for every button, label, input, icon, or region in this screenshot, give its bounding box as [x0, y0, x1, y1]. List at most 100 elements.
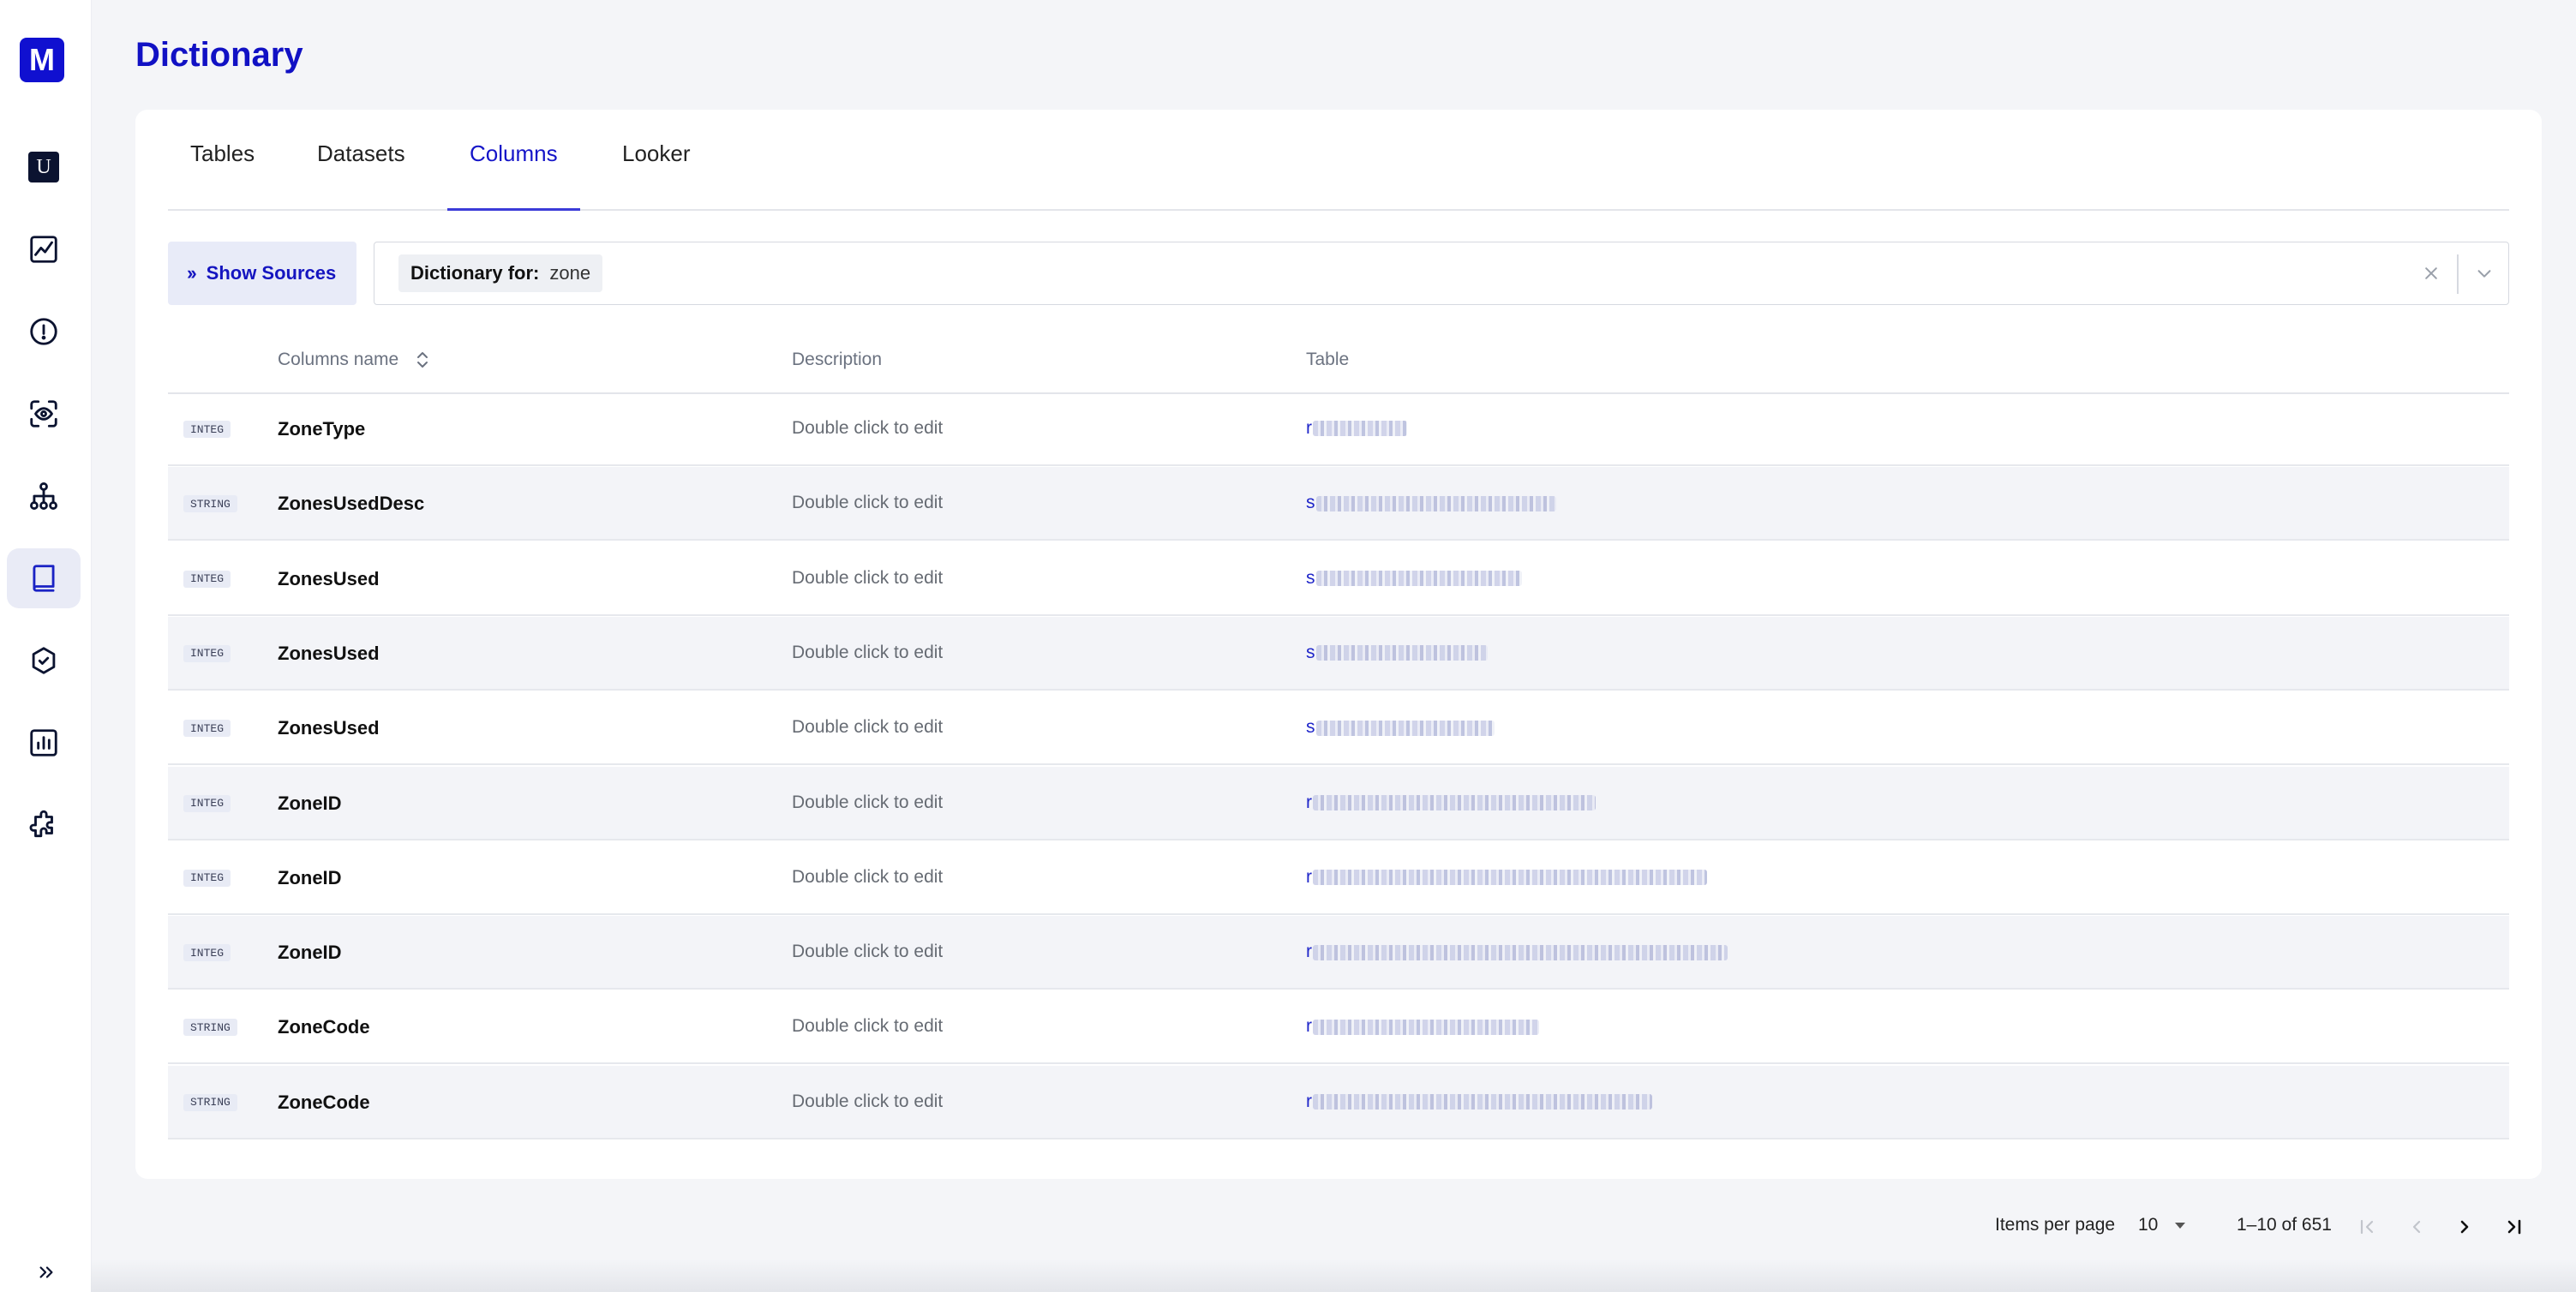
table-link[interactable]: r — [1306, 793, 1596, 813]
column-name: ZonesUsed — [278, 567, 380, 589]
table-row[interactable]: INTEG ZoneID Double click to edit r — [168, 766, 2509, 840]
column-header-description: Description — [792, 350, 883, 369]
page-title: Dictionary — [135, 36, 303, 74]
table-link-text: s — [1306, 642, 1315, 662]
items-per-page-label: Items per page — [1995, 1215, 2116, 1235]
divider — [2457, 254, 2459, 294]
bar-chart-icon — [30, 729, 57, 757]
table-link[interactable]: s — [1306, 568, 1522, 589]
type-badge: STRING — [183, 1093, 237, 1111]
column-header-table: Table — [1306, 350, 1350, 369]
clear-filter-button[interactable] — [2414, 256, 2448, 290]
column-header-name-label: Columns name — [278, 350, 399, 369]
redacted-text — [1315, 720, 1495, 736]
table-row[interactable]: INTEG ZonesUsed Double click to edit s — [168, 542, 2509, 616]
filter-chip[interactable]: Dictionary for: zone — [398, 254, 603, 292]
sidebar-item-observability[interactable] — [7, 384, 81, 444]
sidebar-item-user[interactable]: U — [7, 137, 81, 197]
description-cell[interactable]: Double click to edit — [792, 493, 943, 513]
table-link[interactable]: s — [1306, 493, 1556, 513]
table-link[interactable]: r — [1306, 942, 1728, 962]
filter-chip-value: zone — [549, 262, 591, 284]
hierarchy-icon — [30, 482, 57, 510]
puzzle-icon — [29, 810, 53, 838]
shield-check-icon — [32, 647, 56, 674]
description-cell[interactable]: Double click to edit — [792, 568, 943, 589]
chevron-right-icon — [2460, 1220, 2469, 1234]
dropdown-toggle[interactable] — [2467, 256, 2501, 290]
description-cell[interactable]: Double click to edit — [792, 1016, 943, 1037]
column-header-name[interactable]: Columns name — [278, 350, 429, 370]
table-link-text: r — [1306, 1016, 1312, 1037]
caret-down-icon — [2175, 1222, 2186, 1229]
type-badge: INTEG — [183, 869, 231, 887]
description-cell[interactable]: Double click to edit — [792, 643, 943, 663]
description-cell[interactable]: Double click to edit — [792, 942, 943, 962]
user-avatar: U — [28, 152, 59, 182]
sidebar-item-dictionary[interactable] — [7, 548, 81, 608]
table-link[interactable]: r — [1306, 418, 1407, 439]
chevron-left-icon — [2412, 1220, 2421, 1234]
redacted-text — [1313, 1019, 1539, 1035]
redacted-text — [1315, 645, 1488, 661]
app-logo[interactable]: M — [20, 38, 64, 82]
type-badge: STRING — [183, 495, 237, 513]
description-cell[interactable]: Double click to edit — [792, 1092, 943, 1112]
type-badge: INTEG — [183, 644, 231, 662]
table-row[interactable]: INTEG ZonesUsed Double click to edit s — [168, 616, 2509, 691]
sidebar-item-quality[interactable] — [7, 631, 81, 691]
last-page-button[interactable] — [2497, 1210, 2531, 1244]
column-name: ZoneType — [278, 418, 366, 440]
dictionary-filter-select[interactable]: Dictionary for: zone — [374, 242, 2509, 305]
table-link[interactable]: r — [1306, 867, 1707, 888]
table-row[interactable]: STRING ZoneCode Double click to edit r — [168, 1065, 2509, 1139]
sidebar-item-analytics[interactable] — [7, 219, 81, 279]
first-page-icon — [2360, 1219, 2374, 1235]
table-link[interactable]: s — [1306, 643, 1488, 663]
sidebar-item-lineage[interactable] — [7, 466, 81, 526]
table-link-text: s — [1306, 567, 1315, 588]
tab-columns[interactable]: Columns — [447, 141, 580, 211]
sort-icon[interactable] — [416, 350, 429, 369]
type-badge: INTEG — [183, 421, 231, 438]
table-row[interactable]: INTEG ZoneType Double click to edit r — [168, 392, 2509, 466]
table-row[interactable]: INTEG ZonesUsed Double click to edit s — [168, 691, 2509, 766]
tab-datasets[interactable]: Datasets — [317, 141, 405, 209]
type-badge: INTEG — [183, 720, 231, 738]
table-link-text: r — [1306, 792, 1312, 812]
table-row[interactable]: STRING ZonesUsedDesc Double click to edit s — [168, 467, 2509, 541]
redacted-text — [1313, 794, 1596, 810]
table-row[interactable]: INTEG ZoneID Double click to edit r — [168, 916, 2509, 990]
table-row[interactable]: INTEG ZoneID Double click to edit r — [168, 841, 2509, 915]
type-badge: STRING — [183, 1019, 237, 1037]
table-header: Columns name Description Table — [168, 326, 2509, 394]
sidebar-item-reports[interactable] — [7, 713, 81, 773]
description-cell[interactable]: Double click to edit — [792, 867, 943, 888]
chart-line-icon — [30, 236, 57, 263]
show-sources-button[interactable]: ›› Show Sources — [168, 242, 356, 305]
sidebar-item-integrations[interactable] — [7, 795, 81, 855]
type-badge: INTEG — [183, 794, 231, 812]
description-cell[interactable]: Double click to edit — [792, 717, 943, 738]
previous-page-button[interactable] — [2399, 1210, 2434, 1244]
description-cell[interactable]: Double click to edit — [792, 793, 943, 813]
expand-sidebar-button[interactable] — [29, 1259, 63, 1285]
column-name: ZoneCode — [278, 1091, 370, 1113]
tab-looker[interactable]: Looker — [622, 141, 691, 209]
table-link[interactable]: r — [1306, 1016, 1539, 1037]
table-link-text: r — [1306, 418, 1312, 438]
sidebar-item-alerts[interactable] — [7, 302, 81, 362]
items-per-page-select[interactable]: 10 — [2138, 1215, 2186, 1235]
dictionary-card: Tables Datasets Columns Looker ›› Show S… — [135, 110, 2542, 1179]
double-chevron-right-icon — [39, 1266, 53, 1278]
bottom-shadow — [91, 1259, 2576, 1292]
tab-tables[interactable]: Tables — [190, 141, 255, 209]
description-cell[interactable]: Double click to edit — [792, 418, 943, 439]
redacted-text — [1313, 870, 1707, 886]
table-link[interactable]: r — [1306, 1092, 1652, 1112]
first-page-button[interactable] — [2350, 1210, 2384, 1244]
table-link[interactable]: s — [1306, 717, 1495, 738]
table-row[interactable]: STRING ZoneCode Double click to edit r — [168, 990, 2509, 1065]
pagination: Items per page 10 1–10 of 651 — [0, 1205, 2576, 1247]
next-page-button[interactable] — [2447, 1210, 2482, 1244]
